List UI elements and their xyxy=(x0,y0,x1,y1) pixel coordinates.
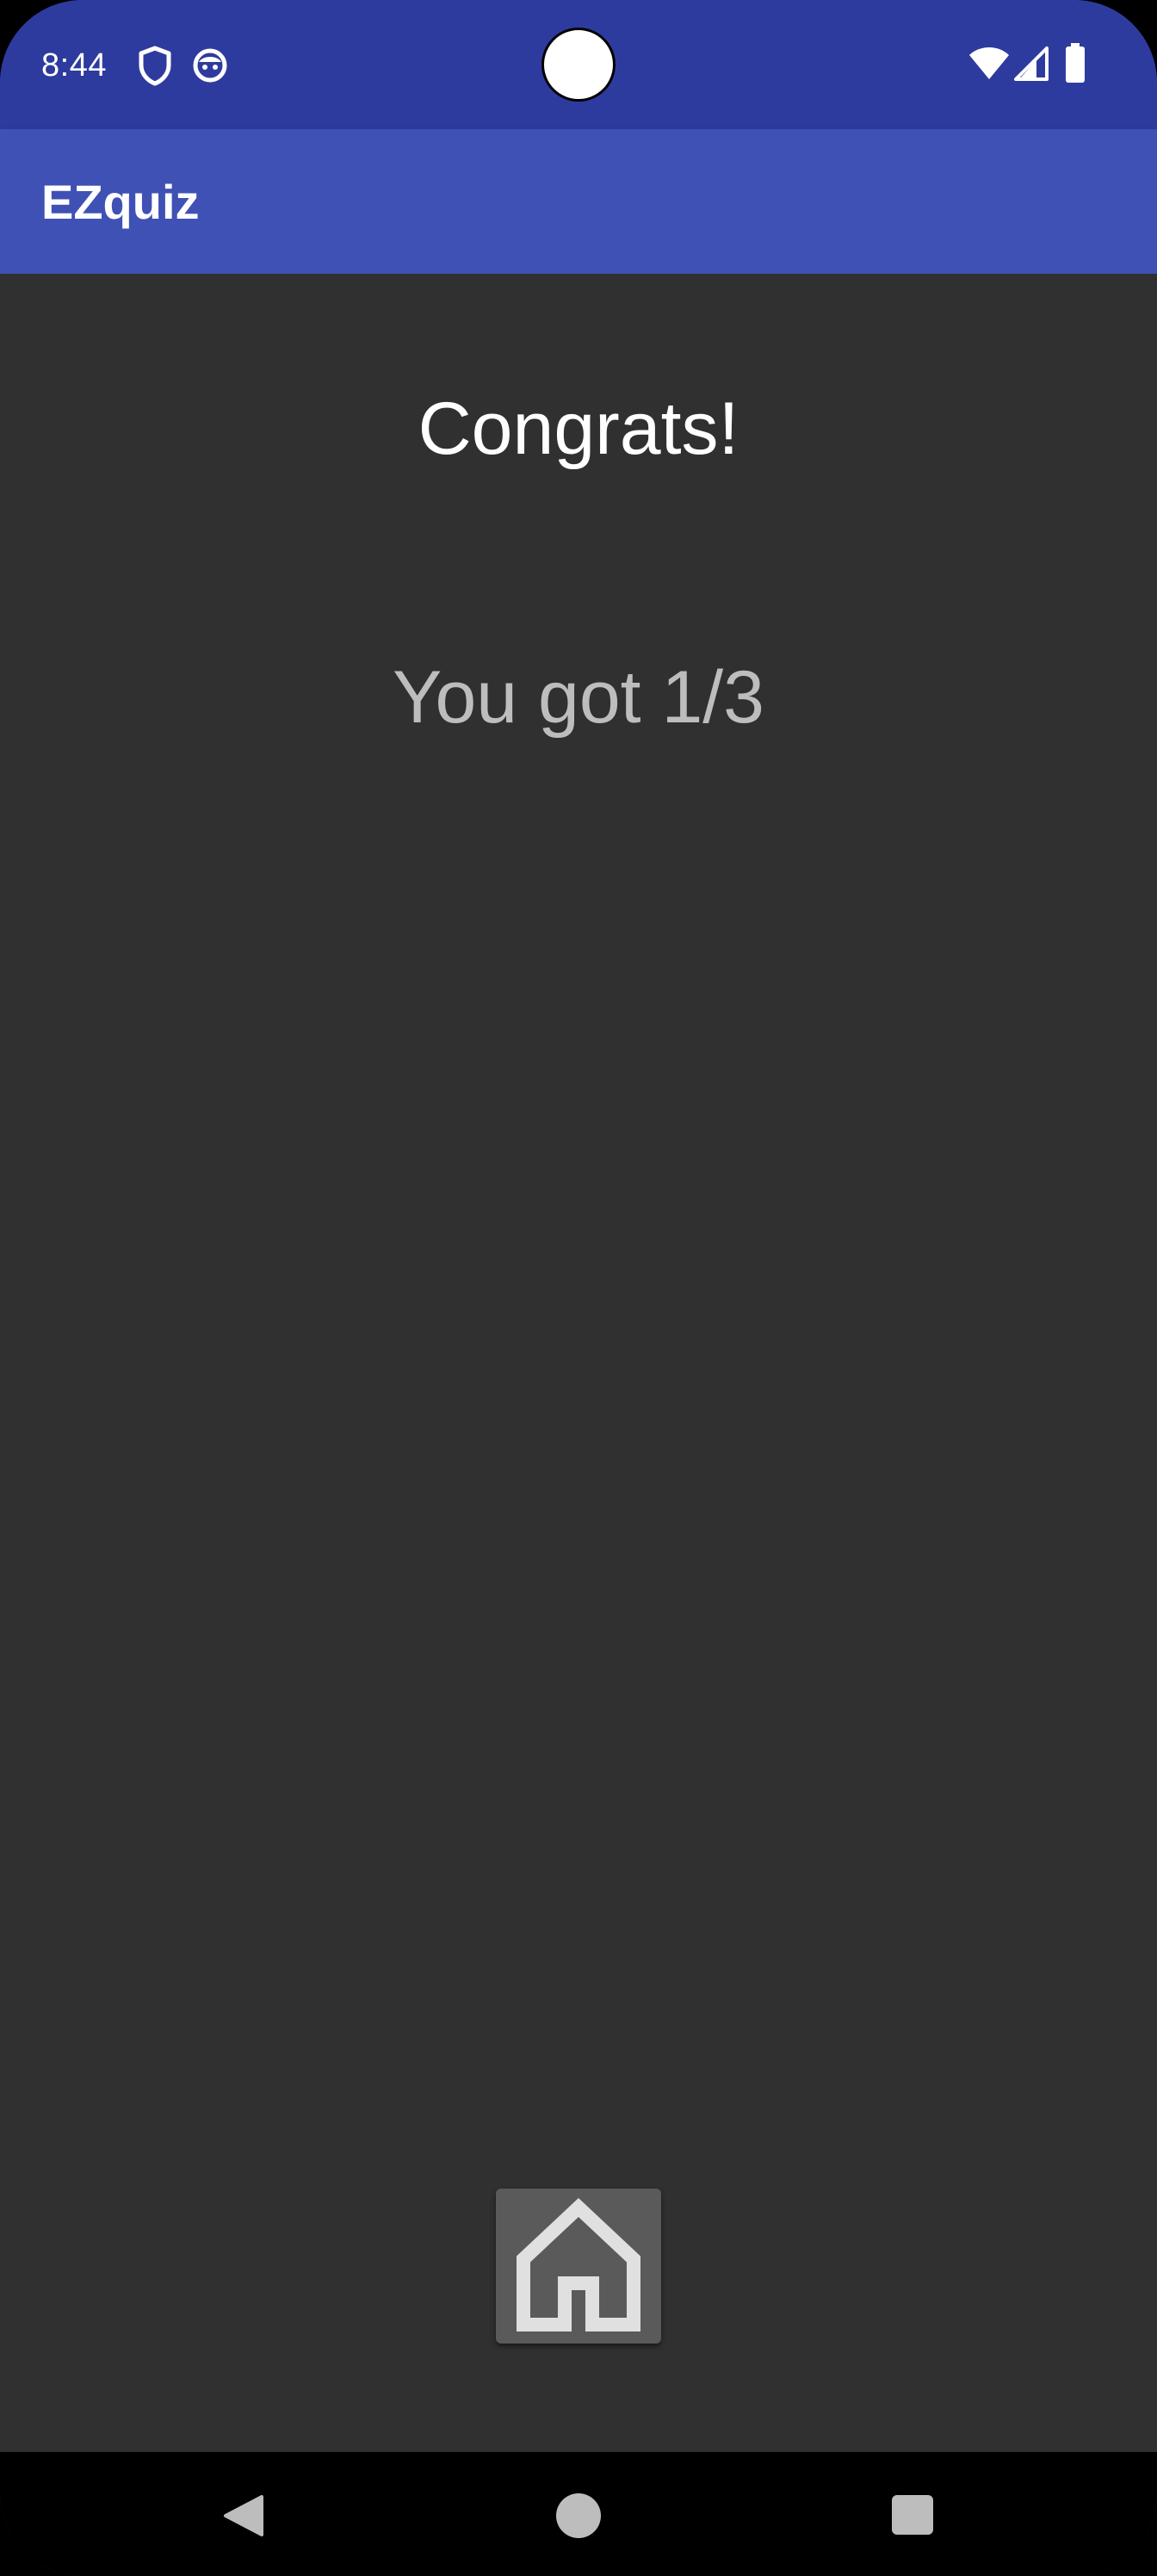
status-bar: 8:44 xyxy=(0,0,1157,129)
system-nav-bar xyxy=(0,2452,1157,2576)
congrats-heading: Congrats! xyxy=(418,387,739,470)
wifi-icon xyxy=(969,47,1009,79)
battery-icon xyxy=(1066,43,1085,83)
signal-icon xyxy=(1014,46,1049,81)
recents-icon[interactable] xyxy=(892,2495,933,2535)
camera-cutout xyxy=(541,28,616,102)
result-screen: Congrats! You got 1/3 xyxy=(0,274,1157,2452)
score-text: You got 1/3 xyxy=(392,656,764,739)
home-icon xyxy=(517,2198,640,2331)
shield-icon xyxy=(139,46,171,86)
face-icon xyxy=(193,48,227,83)
phone-screen: 8:44 EZquiz Congrats! You got 1/3 xyxy=(0,0,1157,2576)
nav-home-icon[interactable] xyxy=(556,2493,601,2538)
app-title: EZquiz xyxy=(41,175,200,229)
back-icon[interactable] xyxy=(220,2493,265,2538)
status-time: 8:44 xyxy=(41,47,107,84)
app-bar: EZquiz xyxy=(0,129,1157,274)
home-button[interactable] xyxy=(496,2189,661,2344)
